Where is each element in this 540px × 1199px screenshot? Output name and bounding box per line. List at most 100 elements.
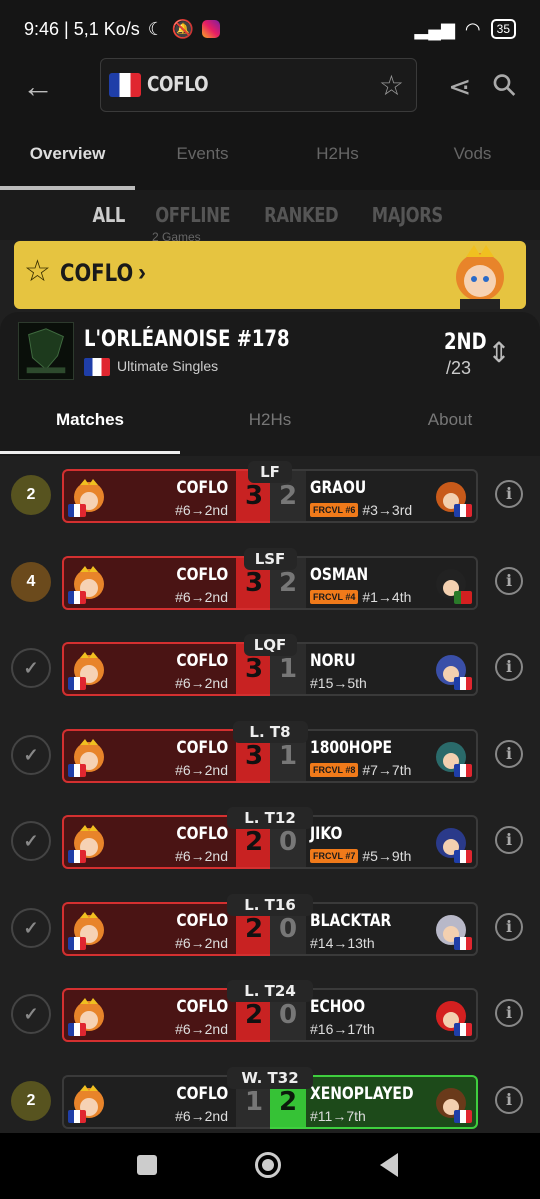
match-row[interactable]: ✓ COFLO #6→2nd 2 0 ECHOO #16→17th L. T24 i — [0, 975, 540, 1061]
tab-h2hs[interactable]: H2Hs — [270, 118, 405, 190]
search-value: COFLO — [147, 72, 209, 96]
info-icon[interactable]: i — [495, 913, 523, 941]
filter-majors[interactable]: MAJORS — [372, 203, 443, 227]
france-flag-icon — [454, 850, 472, 863]
nav-bar — [0, 1133, 540, 1199]
tab-about[interactable]: About — [360, 392, 540, 454]
round-label: LSF — [243, 548, 297, 570]
tab-matches[interactable]: Matches — [0, 392, 180, 454]
info-icon[interactable]: i — [495, 740, 523, 768]
status-bar: 9:46 | 5,1 Ko/s ☾ 🔕 ▂▄▆ ◠ 35 — [0, 0, 540, 58]
match-card[interactable]: COFLO #6→2nd 1 2 XENOPLAYED #11→7th W. T32 — [62, 1067, 478, 1129]
player2-seed: #16→17th — [310, 1021, 375, 1037]
match-card[interactable]: COFLO #6→2nd 3 2 GRAOU FRCVL #6 #3→3rd LF — [62, 461, 478, 523]
moon-icon: ☾ — [147, 18, 164, 39]
filter-all[interactable]: ALL — [93, 203, 126, 227]
player2-seed: #14→13th — [310, 935, 375, 951]
france-flag-icon — [68, 1110, 86, 1123]
round-label: L. T12 — [227, 807, 313, 829]
tab-events[interactable]: Events — [135, 118, 270, 190]
tournament-name: L'ORLÉANOISE #178 — [84, 327, 290, 352]
round-label: W. T32 — [227, 1067, 313, 1089]
player1-side: COFLO #6→2nd 3 — [62, 469, 272, 523]
player2-name: ECHOO — [310, 997, 366, 1017]
france-flag-icon — [454, 1023, 472, 1036]
player2-seed-row: FRCVL #7 #5→9th — [310, 848, 411, 864]
back-button[interactable] — [380, 1153, 398, 1177]
info-icon[interactable]: i — [495, 826, 523, 854]
filter-offline[interactable]: OFFLINE — [155, 203, 230, 227]
star-icon[interactable]: ☆ — [24, 257, 51, 287]
tournament-event: Ultimate Singles — [117, 358, 219, 374]
france-flag-icon — [84, 358, 110, 376]
match-card[interactable]: COFLO #6→2nd 2 0 ECHOO #16→17th L. T24 — [62, 980, 478, 1042]
placement: 2ND — [444, 330, 487, 355]
match-status-badge: ✓ — [11, 908, 51, 948]
tab-overview[interactable]: Overview — [0, 118, 135, 190]
info-icon[interactable]: i — [495, 999, 523, 1027]
player2-seed: #3→3rd — [362, 502, 413, 518]
france-flag-icon — [68, 1023, 86, 1036]
mute-icon: 🔕 — [171, 18, 195, 39]
entrants-total: /23 — [446, 358, 472, 378]
player1-seed: #6→2nd — [175, 1021, 228, 1037]
match-card[interactable]: COFLO #6→2nd 2 0 JIKO FRCVL #7 #5→9th L. T12 — [62, 807, 478, 869]
player2-seed: #7→7th — [362, 762, 412, 778]
player2-seed: #5→9th — [362, 848, 412, 864]
tab-vods[interactable]: Vods — [405, 118, 540, 190]
match-card[interactable]: COFLO #6→2nd 3 2 OSMAN FRCVL #4 #1→4th LSF — [62, 548, 478, 610]
filter-ranked[interactable]: RANKED — [264, 203, 339, 227]
info-icon[interactable]: i — [495, 567, 523, 595]
france-flag-icon — [68, 677, 86, 690]
share-icon[interactable]: ⋖ — [448, 70, 471, 103]
status-time: 9:46 | 5,1 Ko/s — [24, 18, 140, 39]
info-icon[interactable]: i — [495, 480, 523, 508]
character-portrait — [456, 245, 504, 309]
round-label: LQF — [243, 634, 297, 656]
match-card[interactable]: COFLO #6→2nd 3 1 NORU #15→5th LQF — [62, 634, 478, 696]
player1-seed: #6→2nd — [175, 935, 228, 951]
search-input[interactable]: COFLO ☆ — [100, 58, 417, 112]
match-card[interactable]: COFLO #6→2nd 3 1 1800HOPE FRCVL #8 #7→7th L. T8 — [62, 721, 478, 783]
player2-seed-row: #14→13th — [310, 935, 375, 951]
search-icon[interactable]: ⚲ — [485, 65, 525, 105]
battery-icon: 35 — [490, 19, 516, 39]
instagram-icon — [202, 20, 221, 38]
france-flag-icon — [454, 504, 472, 517]
status-right: ▂▄▆ ◠ 35 — [414, 19, 516, 40]
player2-name: NORU — [310, 651, 356, 671]
player2-seed-row: #15→5th — [310, 675, 367, 691]
france-flag-icon — [454, 937, 472, 950]
round-label: LF — [248, 461, 292, 483]
france-flag-icon — [454, 1110, 472, 1123]
player2-seed: #1→4th — [362, 589, 412, 605]
match-row[interactable]: ✓ COFLO #6→2nd 3 1 NORU #15→5th LQF i — [0, 629, 540, 715]
filter-row: ALL OFFLINE RANKED MAJORS — [0, 190, 540, 240]
france-flag-icon — [68, 937, 86, 950]
chevron-right-icon: › — [138, 259, 146, 286]
match-row[interactable]: ✓ COFLO #6→2nd 3 1 1800HOPE FRCVL #8 #7→7th L. T… — [0, 716, 540, 802]
match-row[interactable]: ✓ COFLO #6→2nd 2 0 JIKO FRCVL #7 #5→9th L. T12 i — [0, 802, 540, 888]
player2-name: BLACKTAR — [310, 911, 392, 931]
tournament-logo — [18, 322, 74, 380]
recents-button[interactable] — [137, 1155, 157, 1175]
player-banner[interactable]: ☆ COFLO › — [14, 241, 526, 309]
match-card[interactable]: COFLO #6→2nd 2 0 BLACKTAR #14→13th L. T16 — [62, 894, 478, 956]
match-row[interactable]: 4 COFLO #6→2nd 3 2 OSMAN FRCVL #4 #1→4th LSF i — [0, 543, 540, 629]
expand-icon[interactable]: ⇕ — [484, 336, 514, 372]
tab-h2hs-sub[interactable]: H2Hs — [180, 392, 360, 454]
home-button[interactable] — [255, 1152, 281, 1178]
match-status-badge: ✓ — [11, 735, 51, 775]
match-row[interactable]: ✓ COFLO #6→2nd 2 0 BLACKTAR #14→13th L. T16 i — [0, 889, 540, 975]
match-row[interactable]: 2 COFLO #6→2nd 3 2 GRAOU FRCVL #6 #3→3rd LF i — [0, 456, 540, 542]
info-icon[interactable]: i — [495, 1086, 523, 1114]
player1-name: COFLO — [176, 911, 228, 931]
back-arrow-icon[interactable]: ← — [22, 70, 58, 106]
player1-seed: #6→2nd — [175, 502, 228, 518]
rank-tag: FRCVL #6 — [310, 503, 359, 517]
star-icon[interactable]: ☆ — [379, 69, 404, 102]
player1-name: COFLO — [176, 478, 228, 498]
player1-seed: #6→2nd — [175, 589, 228, 605]
match-status-badge: ✓ — [11, 648, 51, 688]
info-icon[interactable]: i — [495, 653, 523, 681]
